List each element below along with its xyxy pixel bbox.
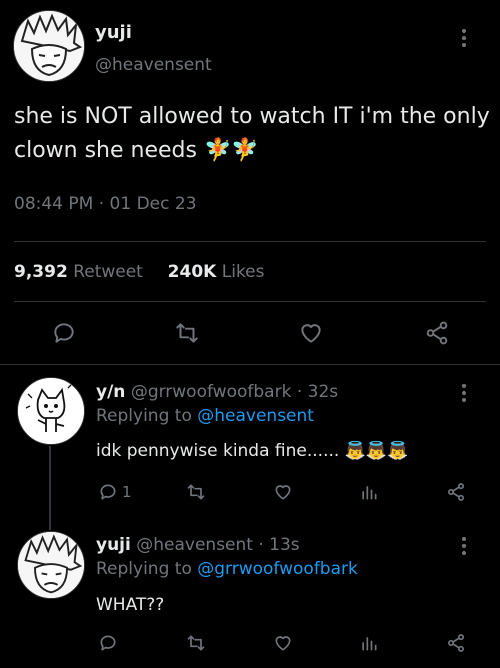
divider (14, 301, 486, 302)
share-icon[interactable] (446, 633, 466, 653)
replying-to-label: Replying to (96, 406, 192, 426)
more-icon[interactable] (462, 381, 466, 405)
retweet-icon[interactable] (174, 320, 200, 346)
author-handle[interactable]: @heavensent (95, 55, 212, 75)
reply-count: 1 (122, 483, 132, 501)
divider (14, 241, 486, 242)
reply-icon[interactable] (98, 633, 118, 653)
reply-author-handle[interactable]: @heavensent (136, 535, 253, 555)
reply-icon[interactable] (51, 320, 77, 346)
like-count[interactable]: 240K (168, 262, 217, 282)
retweet-icon[interactable] (186, 633, 206, 653)
retweet-count[interactable]: 9,392 (14, 262, 68, 282)
more-icon[interactable] (462, 534, 466, 558)
reply-author-name[interactable]: yuji (96, 535, 131, 555)
replying-to-handle[interactable]: @heavensent (197, 406, 314, 426)
like-icon[interactable] (273, 482, 293, 502)
angel-emoji: 👼👼👼 (344, 441, 409, 461)
replying-to-line: Replying to @heavensent (96, 406, 314, 426)
meta-separator: · (98, 194, 105, 214)
like-icon[interactable] (273, 633, 293, 653)
tweet-time: 08:44 PM (14, 194, 94, 214)
reply-icon[interactable] (98, 482, 118, 502)
retweet-icon[interactable] (186, 482, 206, 502)
retweet-label[interactable]: Retweet (73, 262, 143, 282)
analytics-icon[interactable] (359, 633, 379, 653)
share-icon[interactable] (424, 320, 450, 346)
reply-header: y/n @grrwoofwoofbark · 32s (96, 382, 338, 402)
avatar-yn[interactable] (17, 377, 85, 445)
avatar-yuji[interactable] (17, 531, 85, 599)
thread-line (49, 446, 51, 530)
tweet-date[interactable]: 01 Dec 23 (110, 194, 197, 214)
replying-to-line: Replying to @grrwoofwoofbark (96, 559, 358, 579)
reply-author-name[interactable]: y/n (96, 382, 125, 402)
reply-text: WHAT?? (96, 595, 165, 615)
replying-to-label: Replying to (96, 559, 192, 579)
author-name[interactable]: yuji (95, 22, 132, 43)
fairy-emoji: 🧚🧚 (203, 138, 259, 163)
reply-header: yuji @heavensent · 13s (96, 535, 300, 555)
reply-age: · 13s (258, 535, 300, 555)
tweet-meta: 08:44 PM · 01 Dec 23 (14, 194, 197, 214)
reply-text-block: idk pennywise kinda fine...... 👼👼👼 (96, 441, 408, 461)
like-label[interactable]: Likes (222, 262, 265, 282)
like-icon[interactable] (298, 320, 324, 346)
more-icon[interactable] (462, 26, 466, 50)
share-icon[interactable] (446, 482, 466, 502)
divider (0, 364, 500, 365)
reply-text: idk pennywise kinda fine...... (96, 441, 340, 461)
replying-to-handle[interactable]: @grrwoofwoofbark (197, 559, 358, 579)
reply-author-handle[interactable]: @grrwoofwoofbark (131, 382, 292, 402)
analytics-icon[interactable] (359, 482, 379, 502)
tweet-text-block: she is NOT allowed to watch IT i'm the o… (14, 100, 494, 168)
tweet-stats: 9,392 Retweet 240K Likes (14, 262, 265, 282)
avatar-yuji[interactable] (13, 10, 85, 82)
reply-age: · 32s (296, 382, 339, 402)
